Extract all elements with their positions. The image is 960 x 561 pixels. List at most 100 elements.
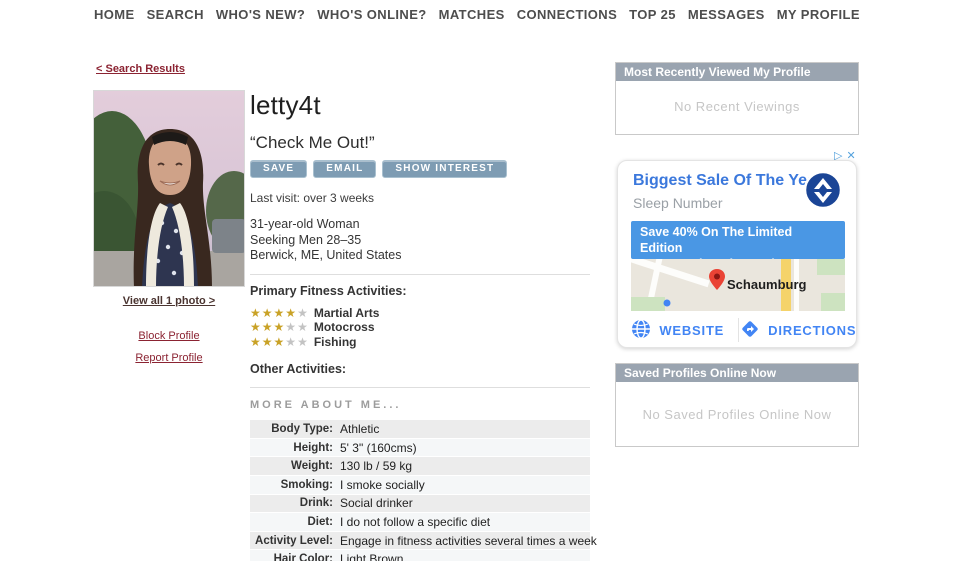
nav-item-connections[interactable]: CONNECTIONS [517,7,617,22]
nav-item-my-profile[interactable]: MY PROFILE [777,7,860,22]
more-about-value: Social drinker [340,496,413,510]
show-interest-button[interactable]: SHOW INTEREST [382,160,507,178]
seeking-text: Seeking Men 28–35 [250,233,590,249]
star-empty-icon: ★ [285,321,296,333]
star-filled-icon: ★ [274,336,285,348]
directions-icon [740,319,760,342]
more-about-label: Body Type: [250,423,340,435]
star-empty-icon: ★ [297,307,308,319]
recently-viewed-empty-text: No Recent Viewings [616,99,858,114]
report-profile-link[interactable]: Report Profile [93,352,245,364]
sleep-number-ad[interactable]: Biggest Sale Of The Year Sleep Number Sa… [617,160,857,348]
activity-row-martial-arts: ★★★★★Martial Arts [250,306,590,321]
more-about-me-heading: MORE ABOUT ME... [250,399,590,411]
activity-list: ★★★★★Martial Arts★★★★★Motocross★★★★★Fish… [250,306,590,350]
more-about-label: Diet: [250,516,340,528]
activity-row-motocross: ★★★★★Motocross [250,320,590,335]
more-about-value: I smoke socially [340,478,425,492]
back-to-search-results-link[interactable]: < Search Results [96,63,185,75]
ad-map[interactable]: Schaumburg [631,259,845,311]
more-about-row-hair-color: Hair Color:Light Brown [250,550,590,561]
more-about-row-drink: Drink:Social drinker [250,495,590,514]
location-text: Berwick, ME, United States [250,248,590,264]
block-profile-link[interactable]: Block Profile [93,330,245,342]
more-about-label: Activity Level: [250,535,340,547]
star-empty-icon: ★ [297,336,308,348]
globe-icon [631,319,651,342]
star-filled-icon: ★ [262,336,273,348]
profile-photo-image [94,91,245,287]
saved-profiles-box: Saved Profiles Online Now No Saved Profi… [615,363,859,447]
age-gender-text: 31-year-old Woman [250,217,590,233]
more-about-value: Light Brown [340,552,403,561]
activity-name: Martial Arts [314,306,380,320]
website-button[interactable]: WEBSITE [618,319,738,342]
nav-item-top-25[interactable]: TOP 25 [629,7,676,22]
last-visit-text: Last visit: over 3 weeks [250,191,590,205]
more-about-row-body-type: Body Type:Athletic [250,420,590,439]
star-filled-icon: ★ [274,307,285,319]
star-filled-icon: ★ [250,321,261,333]
ad-headline[interactable]: Biggest Sale Of The Year [633,172,822,190]
profile-main: letty4t “Check Me Out!” SAVE EMAIL SHOW … [250,90,590,561]
ad-banner-line1: Save 40% On The Limited Edition [640,224,836,256]
more-about-value: 5' 3" (160cms) [340,441,417,455]
more-about-value: I do not follow a specific diet [340,515,490,529]
nav-item-home[interactable]: HOME [94,7,135,22]
more-about-row-diet: Diet:I do not follow a specific diet [250,513,590,532]
sleep-number-logo-icon [804,171,842,209]
view-all-photos-link[interactable]: View all 1 photo > [93,295,245,307]
nav-item-search[interactable]: SEARCH [147,7,204,22]
star-filled-icon: ★ [250,336,261,348]
activity-name: Fishing [314,335,357,349]
profile-page: HOME SEARCH WHO'S NEW? WHO'S ONLINE? MATCHES… [0,0,960,561]
star-filled-icon: ★ [262,321,273,333]
star-filled-icon: ★ [250,307,261,319]
more-about-value: Engage in fitness activities several tim… [340,534,597,548]
website-label: WEBSITE [659,323,724,338]
more-about-label: Height: [250,442,340,454]
top-nav: HOME SEARCH WHO'S NEW? WHO'S ONLINE? MATCHES… [94,7,860,22]
profile-photo[interactable] [93,90,245,287]
more-about-label: Drink: [250,497,340,509]
more-about-row-activity-level: Activity Level:Engage in fitness activit… [250,532,590,551]
nav-item-matches[interactable]: MATCHES [439,7,505,22]
nav-item-messages[interactable]: MESSAGES [688,7,765,22]
saved-profiles-header: Saved Profiles Online Now [616,364,858,382]
map-location-label: Schaumburg [727,277,806,292]
saved-profiles-empty-text: No Saved Profiles Online Now [616,407,858,422]
activity-row-fishing: ★★★★★Fishing [250,335,590,350]
profile-tagline: “Check Me Out!” [250,133,590,153]
ad-advertiser-name: Sleep Number [633,195,723,211]
more-about-row-smoking: Smoking:I smoke socially [250,476,590,495]
divider [250,387,590,388]
directions-label: DIRECTIONS [768,323,856,338]
more-about-label: Smoking: [250,479,340,491]
nav-item-who-s-new[interactable]: WHO'S NEW? [216,7,305,22]
star-filled-icon: ★ [285,307,296,319]
more-about-value: 130 lb / 59 kg [340,459,412,473]
more-about-label: Hair Color: [250,553,340,561]
star-empty-icon: ★ [297,321,308,333]
more-about-table: Body Type:AthleticHeight:5' 3" (160cms)W… [250,420,590,561]
more-about-row-weight: Weight:130 lb / 59 kg [250,457,590,476]
save-button[interactable]: SAVE [250,160,307,178]
profile-summary: 31-year-old Woman Seeking Men 28–35 Berw… [250,217,590,264]
nav-item-who-s-online[interactable]: WHO'S ONLINE? [317,7,426,22]
star-empty-icon: ★ [285,336,296,348]
primary-activities-heading: Primary Fitness Activities: [250,284,590,298]
activity-name: Motocross [314,320,375,334]
recently-viewed-box: Most Recently Viewed My Profile No Recen… [615,62,859,135]
other-activities-heading: Other Activities: [250,362,590,376]
star-filled-icon: ★ [262,307,273,319]
directions-button[interactable]: DIRECTIONS [739,319,859,342]
ad-banner[interactable]: Save 40% On The Limited Edition Smart Be… [631,221,845,259]
ad-cta-row: WEBSITE DIRECTIONS [618,311,858,349]
more-about-value: Athletic [340,422,379,436]
more-about-row-height: Height:5' 3" (160cms) [250,439,590,458]
more-about-label: Weight: [250,460,340,472]
email-button[interactable]: EMAIL [313,160,376,178]
divider [250,274,590,275]
star-filled-icon: ★ [274,321,285,333]
profile-actions: SAVE EMAIL SHOW INTEREST [250,160,590,178]
